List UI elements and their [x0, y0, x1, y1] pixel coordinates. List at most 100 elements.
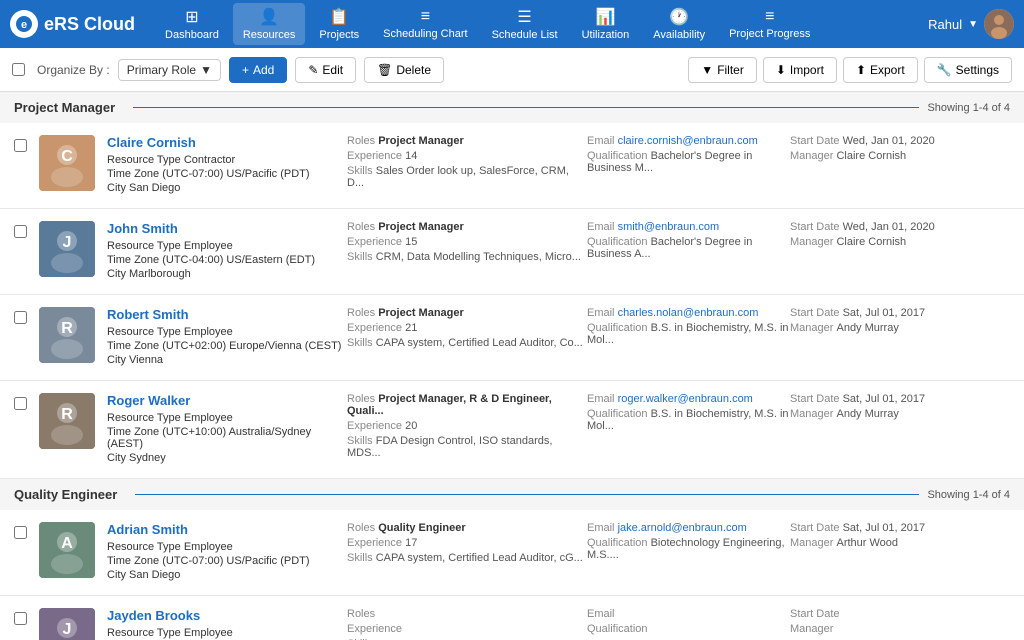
email-link[interactable]: claire.cornish@enbraun.com: [618, 135, 758, 147]
resource-name[interactable]: Roger Walker: [107, 393, 347, 408]
nav-dashboard[interactable]: ⊞ Dashboard: [155, 3, 229, 45]
resource-card: R Roger Walker Resource Type Employee Ti…: [0, 381, 1024, 479]
nav-schedule-list[interactable]: ☰ Schedule List: [482, 3, 568, 45]
time-zone-row: Time Zone (UTC+02:00) Europe/Vienna (CES…: [107, 340, 347, 352]
resource-avatar: J: [39, 221, 95, 277]
card-middle: Roles Quality Engineer Experience 17 Ski…: [347, 522, 587, 583]
organize-value: Primary Role: [127, 63, 196, 77]
resource-name[interactable]: Claire Cornish: [107, 135, 347, 150]
resource-type-row: Resource Type Employee: [107, 240, 347, 252]
resource-checkbox[interactable]: [14, 612, 27, 625]
card-info: John Smith Resource Type Employee Time Z…: [107, 221, 347, 282]
select-all-checkbox[interactable]: [12, 63, 25, 76]
organize-label: Organize By :: [37, 63, 110, 77]
resource-name[interactable]: John Smith: [107, 221, 347, 236]
resource-checkbox[interactable]: [14, 311, 27, 324]
roles-row: Roles Quality Engineer: [347, 522, 587, 534]
card-body: Adrian Smith Resource Type Employee Time…: [107, 522, 1010, 583]
settings-icon: 🔧: [937, 63, 952, 77]
resource-type-row: Resource Type Employee: [107, 326, 347, 338]
app-header: e eRS Cloud ⊞ Dashboard 👤 Resources 📋 Pr…: [0, 0, 1024, 48]
nav-scheduling-chart[interactable]: ≡ Scheduling Chart: [373, 4, 477, 44]
experience-row: Experience 21: [347, 322, 587, 334]
nav-project-progress-label: Project Progress: [729, 28, 810, 40]
svg-text:e: e: [21, 19, 27, 31]
nav-projects[interactable]: 📋 Projects: [309, 3, 369, 45]
section-line-1: [135, 494, 919, 495]
user-dropdown-icon: ▼: [968, 19, 978, 30]
add-button[interactable]: + Add: [229, 57, 287, 83]
delete-icon: 🗑: [377, 63, 392, 77]
nav-resources[interactable]: 👤 Resources: [233, 3, 306, 45]
card-field-end: Start Date Sat, Jul 01, 2017 Manager Art…: [790, 522, 1010, 583]
add-label: Add: [253, 63, 274, 77]
app-logo[interactable]: e eRS Cloud: [10, 10, 135, 38]
import-icon: ⬇: [776, 63, 786, 77]
edit-button[interactable]: ✎ Edit: [295, 57, 356, 83]
roles-row: Roles Project Manager: [347, 221, 587, 233]
edit-icon: ✎: [308, 63, 318, 77]
filter-icon: ▼: [701, 63, 713, 77]
resource-avatar: R: [39, 393, 95, 449]
roles-row: Roles: [347, 608, 587, 620]
time-zone-row: Time Zone (UTC-04:00) US/Eastern (EDT): [107, 254, 347, 266]
skills-row: Skills CAPA system, Certified Lead Audit…: [347, 337, 587, 349]
time-zone-row: Time Zone (UTC-07:00) US/Pacific (PDT): [107, 168, 347, 180]
svg-text:A: A: [61, 535, 73, 552]
card-body: Roger Walker Resource Type Employee Time…: [107, 393, 1010, 466]
resource-card: J John Smith Resource Type Employee Time…: [0, 209, 1024, 295]
nav-utilization[interactable]: 📊 Utilization: [572, 3, 640, 45]
resource-checkbox[interactable]: [14, 139, 27, 152]
main-content: Project Manager Showing 1-4 of 4 C Clair…: [0, 92, 1024, 640]
delete-label: Delete: [396, 63, 431, 77]
nav-project-progress[interactable]: ≡ Project Progress: [719, 4, 820, 44]
nav-utilization-label: Utilization: [582, 29, 630, 41]
card-body: Claire Cornish Resource Type Contractor …: [107, 135, 1010, 196]
experience-row: Experience 20: [347, 420, 587, 432]
resource-checkbox[interactable]: [14, 225, 27, 238]
start-date-row: Start Date Sat, Jul 01, 2017: [790, 522, 1010, 534]
resource-name[interactable]: Jayden Brooks: [107, 608, 347, 623]
svg-text:J: J: [63, 621, 72, 638]
import-button[interactable]: ⬇ Import: [763, 57, 837, 83]
email-row: Email roger.walker@enbraun.com: [587, 393, 790, 405]
organize-dropdown[interactable]: Primary Role ▼: [118, 59, 221, 81]
resource-name[interactable]: Robert Smith: [107, 307, 347, 322]
filter-button[interactable]: ▼ Filter: [688, 57, 757, 83]
qualification-row: Qualification Biotechnology Engineering,…: [587, 537, 790, 561]
resource-checkbox[interactable]: [14, 397, 27, 410]
nav-scheduling-chart-label: Scheduling Chart: [383, 28, 467, 40]
resource-avatar: J: [39, 608, 95, 640]
start-date-row: Start Date Wed, Jan 01, 2020: [790, 221, 1010, 233]
resource-card: C Claire Cornish Resource Type Contracto…: [0, 123, 1024, 209]
export-button[interactable]: ⬆ Export: [843, 57, 918, 83]
resource-card: J Jayden Brooks Resource Type Employee T…: [0, 596, 1024, 640]
import-label: Import: [790, 63, 824, 77]
card-right: Email roger.walker@enbraun.com Qualifica…: [587, 393, 790, 466]
resource-avatar: R: [39, 307, 95, 363]
city-row: City Vienna: [107, 354, 347, 366]
email-link[interactable]: jake.arnold@enbraun.com: [618, 522, 747, 534]
svg-text:C: C: [61, 148, 73, 165]
roles-row: Roles Project Manager: [347, 307, 587, 319]
resource-name[interactable]: Adrian Smith: [107, 522, 347, 537]
card-right: Email Qualification: [587, 608, 790, 640]
delete-button[interactable]: 🗑 Delete: [364, 57, 444, 83]
email-link[interactable]: smith@enbraun.com: [618, 221, 720, 233]
card-middle: Roles Project Manager Experience 21 Skil…: [347, 307, 587, 368]
email-link[interactable]: roger.walker@enbraun.com: [618, 393, 753, 405]
nav-availability[interactable]: 🕐 Availability: [643, 3, 715, 45]
card-middle: Roles Project Manager Experience 15 Skil…: [347, 221, 587, 282]
start-date-row: Start Date: [790, 608, 1010, 620]
start-date-row: Start Date Wed, Jan 01, 2020: [790, 135, 1010, 147]
settings-button[interactable]: 🔧 Settings: [924, 57, 1012, 83]
qualification-row: Qualification: [587, 623, 790, 635]
resources-icon: 👤: [259, 7, 279, 27]
email-link[interactable]: charles.nolan@enbraun.com: [618, 307, 759, 319]
header-user[interactable]: Rahul ▼: [928, 9, 1014, 39]
section-count-1: Showing 1-4 of 4: [927, 489, 1010, 501]
resource-card: A Adrian Smith Resource Type Employee Ti…: [0, 510, 1024, 596]
card-right: Email jake.arnold@enbraun.com Qualificat…: [587, 522, 790, 583]
card-info: Adrian Smith Resource Type Employee Time…: [107, 522, 347, 583]
resource-checkbox[interactable]: [14, 526, 27, 539]
